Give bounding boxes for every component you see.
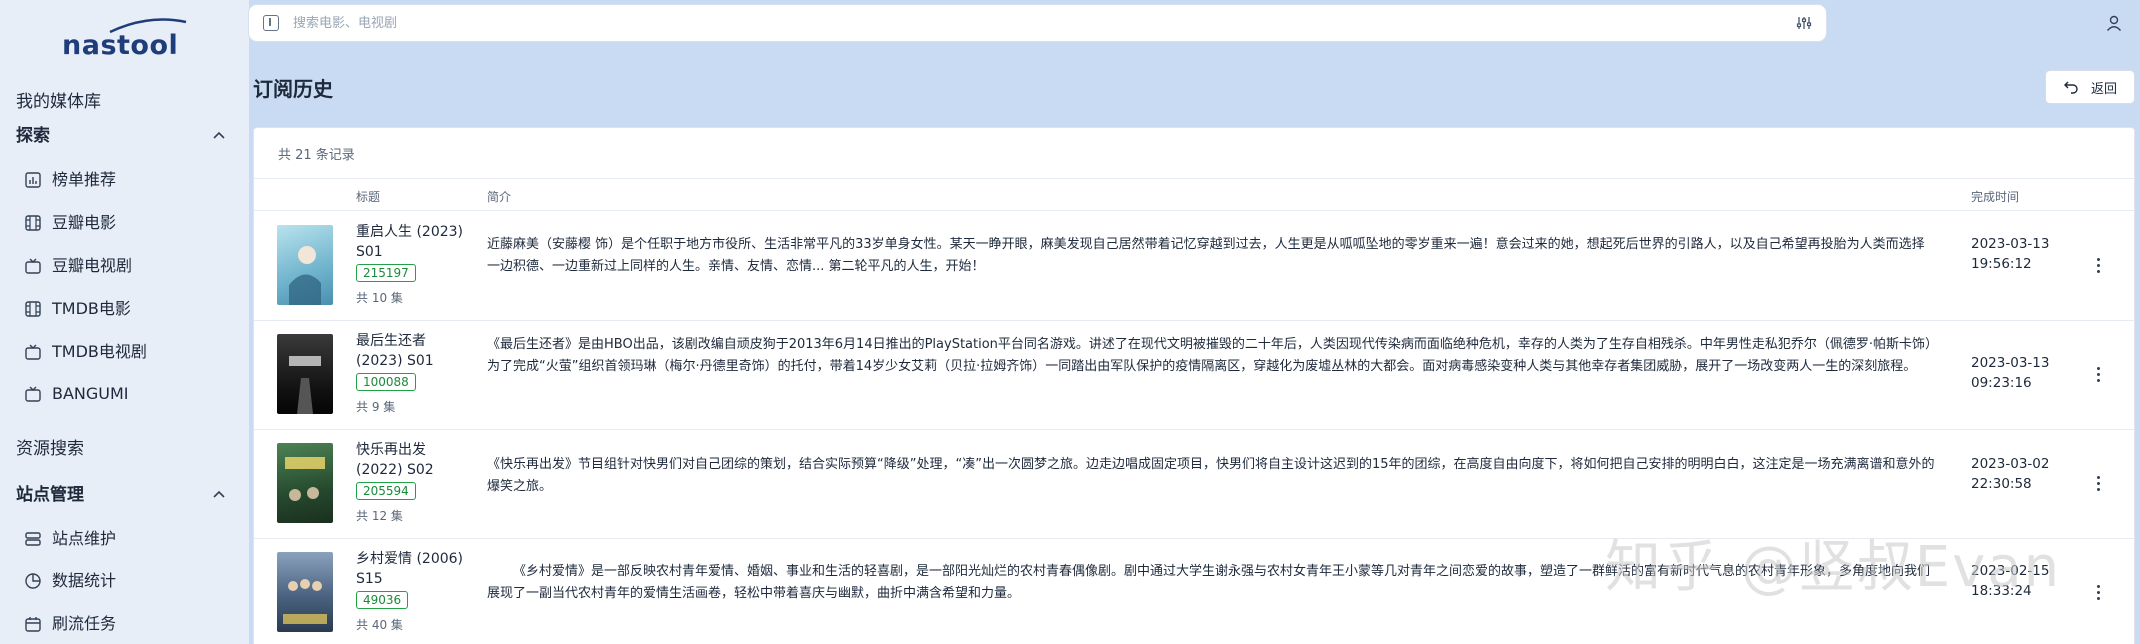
- row-title[interactable]: 乡村爱情 (2006) S15: [356, 549, 476, 589]
- sidebar-item-label: TMDB电影: [52, 299, 131, 318]
- poster-image[interactable]: [277, 334, 333, 414]
- row-overview: 近藤麻美（安藤樱 饰）是个任职于地方市役所、生活非常平凡的33岁单身女性。某天一…: [487, 237, 1925, 274]
- pie-chart-icon: [25, 573, 41, 589]
- completed-date: 2023-03-13: [1971, 236, 2050, 252]
- user-icon[interactable]: [2105, 14, 2123, 32]
- sidebar-item-label: 站点维护: [52, 529, 117, 548]
- sidebar-item-site-maintain[interactable]: 站点维护: [24, 525, 116, 553]
- sidebar-item-label: 豆瓣电影: [52, 213, 117, 232]
- nastool-logo[interactable]: nastool: [62, 18, 187, 61]
- table-row[interactable]: 快乐再出发 (2022) S02 205594 共 12 集 《快乐再出发》节目…: [254, 430, 2134, 539]
- more-options-icon[interactable]: [2090, 255, 2106, 275]
- poster-art: [283, 579, 327, 624]
- back-button[interactable]: 返回: [2045, 70, 2135, 104]
- poster-image[interactable]: [277, 552, 333, 632]
- tmdb-id-badge[interactable]: 49036: [356, 591, 409, 609]
- film-icon: [25, 215, 41, 231]
- tv-icon: [25, 258, 41, 274]
- completed-time: 2023-03-13 19:56:12: [1971, 234, 2061, 274]
- tmdb-id-badge[interactable]: 215197: [356, 264, 416, 282]
- sidebar-item-label: BANGUMI: [52, 384, 129, 403]
- sidebar-item-resource-search[interactable]: 资源搜索: [16, 435, 84, 463]
- sidebar-item-statistics[interactable]: 数据统计: [24, 567, 116, 595]
- poster-image[interactable]: [277, 443, 333, 523]
- more-options-icon[interactable]: [2090, 582, 2106, 602]
- column-header-title: 标题: [356, 190, 381, 204]
- episode-count: 共 40 集: [356, 618, 403, 632]
- search-bar: [249, 5, 1826, 41]
- column-header-completed: 完成时间: [1971, 190, 2020, 204]
- poster-art: [289, 246, 321, 305]
- sidebar-item-brush-tasks[interactable]: 刷流任务: [24, 610, 116, 638]
- more-options-icon[interactable]: [2090, 473, 2106, 493]
- completed-date: 2023-03-02: [1971, 456, 2050, 472]
- row-overview: 《乡村爱情》是一部反映农村青年爱情、婚姻、事业和生活的轻喜剧，是一部阳光灿烂的农…: [487, 564, 1931, 601]
- sidebar: nastool 我的媒体库 探索 榜单推荐 豆瓣电影 豆瓣电视剧 TMDB电影 …: [0, 0, 249, 644]
- row-title[interactable]: 重启人生 (2023) S01: [356, 222, 476, 262]
- search-type-icon[interactable]: [263, 15, 279, 31]
- sidebar-item-label: 数据统计: [52, 571, 117, 590]
- tmdb-id-badge[interactable]: 205594: [356, 482, 416, 500]
- sidebar-item-label: TMDB电视剧: [52, 342, 147, 361]
- page-title: 订阅历史: [253, 77, 333, 101]
- server-icon: [25, 532, 41, 546]
- chevron-up-icon[interactable]: [211, 487, 227, 503]
- tmdb-id-badge[interactable]: 100088: [356, 373, 416, 391]
- episode-count: 共 10 集: [356, 291, 403, 305]
- completed-clock: 18:33:24: [1971, 583, 2032, 599]
- filter-sliders-icon[interactable]: [1796, 15, 1812, 31]
- sidebar-item-tmdb-movie[interactable]: TMDB电影: [24, 295, 131, 323]
- row-overview: 《最后生还者》是由HBO出品，该剧改编自顽皮狗于2013年6月14日推出的Pla…: [487, 337, 1932, 374]
- sidebar-section-site[interactable]: 站点管理: [16, 481, 84, 509]
- table-row[interactable]: 最后生还者 (2023) S01 100088 共 9 集 《最后生还者》是由H…: [254, 321, 2134, 430]
- completed-time: 2023-03-13 09:23:16: [1971, 353, 2061, 393]
- chart-icon: [25, 172, 41, 188]
- completed-time: 2023-02-15 18:33:24: [1971, 561, 2061, 601]
- sidebar-item-tmdb-tv[interactable]: TMDB电视剧: [24, 338, 147, 366]
- logo-swoosh-icon: [109, 18, 187, 34]
- row-title[interactable]: 最后生还者 (2023) S01: [356, 331, 476, 371]
- more-options-icon[interactable]: [2090, 364, 2106, 384]
- search-input[interactable]: [293, 5, 1693, 41]
- completed-clock: 22:30:58: [1971, 476, 2032, 492]
- tv-icon: [25, 386, 41, 402]
- sidebar-item-douban-movie[interactable]: 豆瓣电影: [24, 209, 116, 237]
- table-header: 标题 简介 完成时间: [254, 178, 2134, 211]
- poster-art: [289, 356, 321, 414]
- table-row[interactable]: 乡村爱情 (2006) S15 49036 共 40 集 《乡村爱情》是一部反映…: [254, 539, 2134, 644]
- sidebar-item-label: 豆瓣电视剧: [52, 256, 133, 275]
- poster-art: [285, 457, 325, 501]
- poster-image[interactable]: [277, 225, 333, 305]
- calendar-icon: [25, 617, 41, 632]
- completed-date: 2023-02-15: [1971, 563, 2050, 579]
- completed-clock: 09:23:16: [1971, 375, 2032, 391]
- sidebar-item-label: 刷流任务: [52, 614, 117, 633]
- subscription-history-card: 共 21 条记录 标题 简介 完成时间 重启人生 (2023) S01 2151…: [253, 127, 2135, 644]
- completed-date: 2023-03-13: [1971, 355, 2050, 371]
- chevron-up-icon[interactable]: [211, 128, 227, 144]
- row-overview: 《快乐再出发》节目组针对快男们对自己团综的策划，结合实际预算“降级”处理，“凑”…: [487, 457, 1935, 494]
- tv-icon: [25, 344, 41, 360]
- column-header-overview: 简介: [487, 190, 512, 204]
- sidebar-section-explore[interactable]: 探索: [16, 122, 50, 150]
- film-icon: [25, 301, 41, 317]
- back-button-label: 返回: [2090, 81, 2117, 97]
- episode-count: 共 12 集: [356, 509, 403, 523]
- sidebar-item-douban-tv[interactable]: 豆瓣电视剧: [24, 252, 132, 280]
- row-title[interactable]: 快乐再出发 (2022) S02: [356, 440, 476, 480]
- record-count: 共 21 条记录: [278, 148, 355, 163]
- sidebar-item-ranking[interactable]: 榜单推荐: [24, 166, 116, 194]
- back-arrow-icon: [2063, 81, 2078, 94]
- completed-clock: 19:56:12: [1971, 256, 2032, 272]
- sidebar-item-library[interactable]: 我的媒体库: [16, 88, 101, 116]
- table-row[interactable]: 重启人生 (2023) S01 215197 共 10 集 近藤麻美（安藤樱 饰…: [254, 212, 2134, 321]
- episode-count: 共 9 集: [356, 400, 396, 414]
- sidebar-item-label: 榜单推荐: [52, 170, 117, 189]
- completed-time: 2023-03-02 22:30:58: [1971, 454, 2061, 494]
- sidebar-item-bangumi[interactable]: BANGUMI: [24, 380, 129, 408]
